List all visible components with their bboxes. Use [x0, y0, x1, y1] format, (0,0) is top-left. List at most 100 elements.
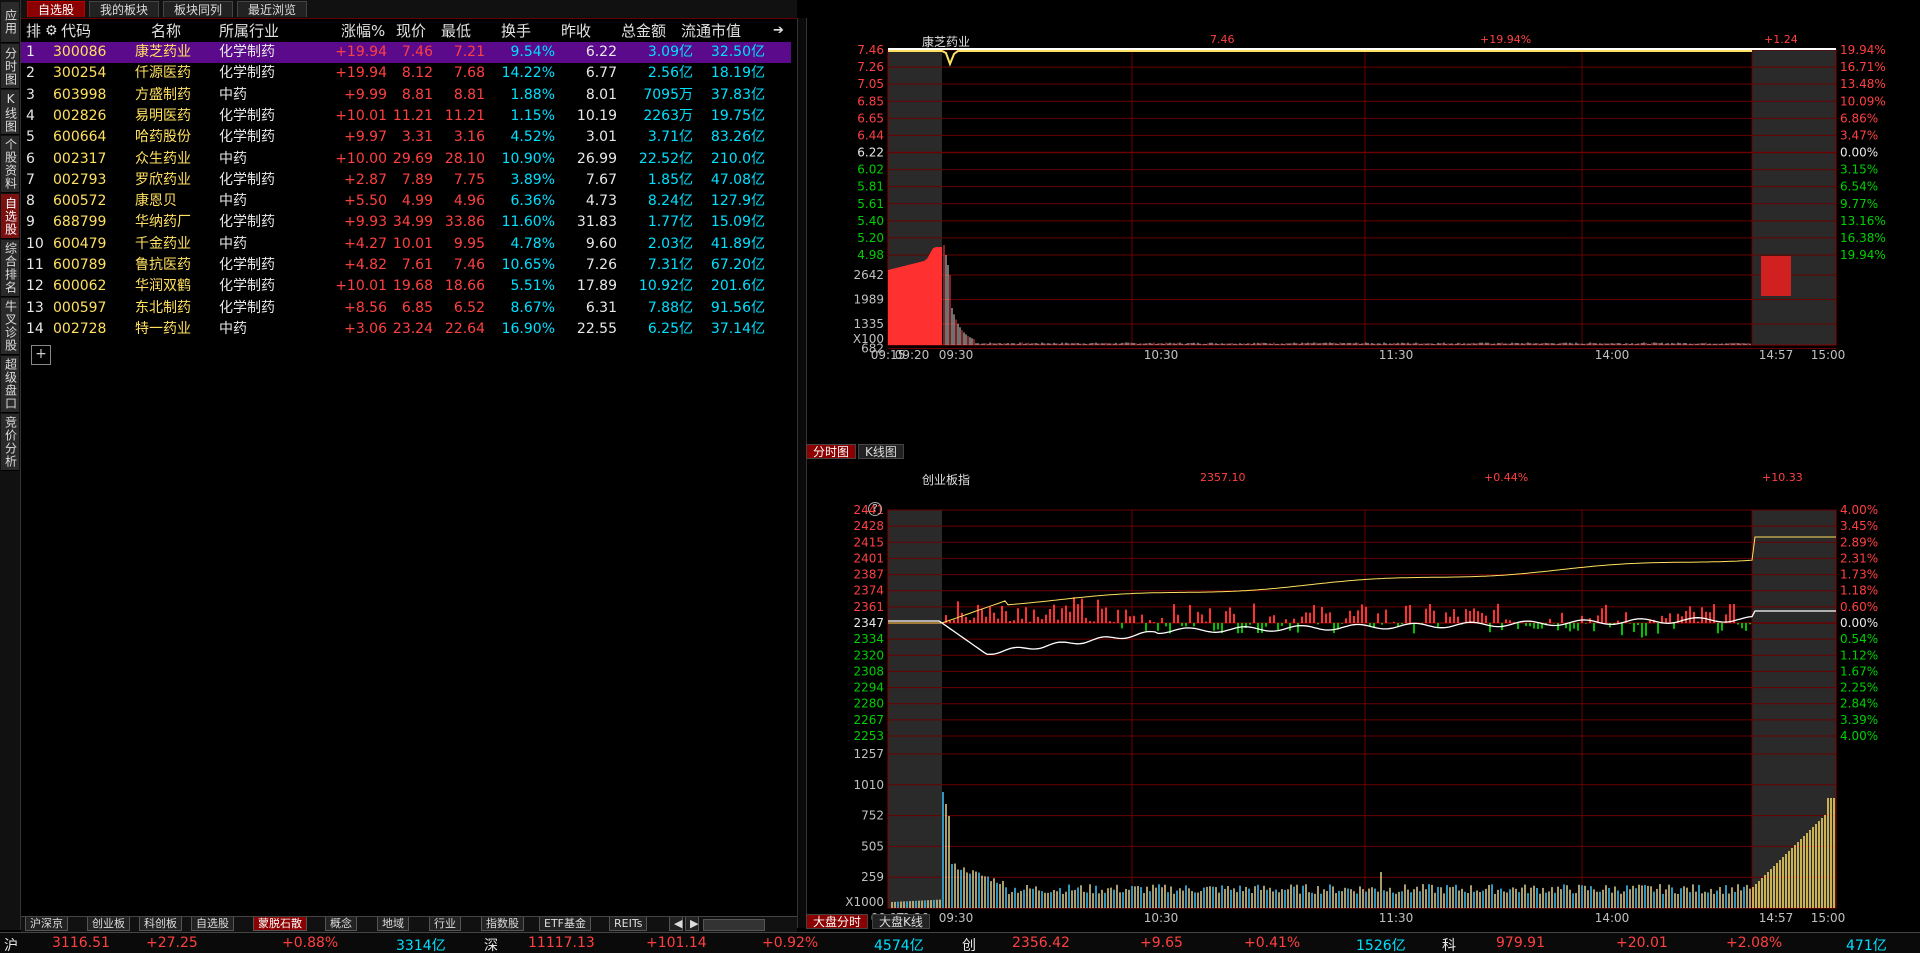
price-tick: 6.44: [857, 128, 884, 142]
table-row[interactable]: 12 600062 华润双鹤 化学制药 +10.01 19.68 18.66 5.51% 17.…: [21, 276, 791, 297]
cell-industry: 化学制药: [219, 129, 275, 146]
btab-star[interactable]: 科创板: [139, 917, 182, 931]
left-tab-ranking[interactable]: 综合排名: [1, 240, 19, 297]
cell-code: 002826: [53, 107, 107, 124]
pct-tick: 19.94%: [1840, 43, 1886, 57]
left-tab-app[interactable]: 应用: [1, 2, 19, 43]
tab-kline-chart[interactable]: K线图: [858, 444, 904, 459]
cell-price: 8.12: [401, 65, 433, 82]
cell-name: 东北制药: [135, 299, 191, 316]
col-prev[interactable]: 昨收: [561, 20, 591, 42]
cell-rank: 4: [26, 107, 35, 124]
pct-tick: 0.00%: [1840, 146, 1878, 160]
dock-icon[interactable]: ➔: [773, 20, 784, 42]
btab-concept[interactable]: 概念: [325, 917, 357, 931]
tab-market-kline[interactable]: 大盘K线: [872, 914, 930, 929]
btab-industry[interactable]: 行业: [429, 917, 461, 931]
tab-intraday-chart[interactable]: 分时图: [806, 444, 857, 459]
cell-low: 7.68: [453, 65, 485, 82]
col-mcap[interactable]: 流通市值: [681, 20, 741, 42]
cell-amount: 7.88亿: [647, 299, 693, 316]
col-chg[interactable]: 涨幅%: [341, 20, 385, 42]
table-row[interactable]: 3 603998 方盛制药 中药 +9.99 8.81 8.81 1.88% 8.01 7095万…: [21, 85, 791, 106]
cell-mcap: 47.08亿: [710, 171, 765, 188]
tab-recent[interactable]: 最近浏览: [237, 1, 308, 17]
stock-intraday-plot[interactable]: 7.46 19.94% 7.26 16.71% 7.05 13.48% 6.85 10.09%…: [806, 20, 1920, 475]
cell-industry: 化学制药: [219, 44, 275, 60]
sz-label: 深: [484, 938, 498, 953]
top-tab-bar: 自选股 我的板块 板块同列 最近浏览: [21, 0, 797, 19]
sz-value[interactable]: 11117.13: [528, 935, 595, 951]
btab-reits[interactable]: REITs: [609, 917, 648, 931]
time-tick: 15:00: [1811, 348, 1846, 362]
btab-watchlist[interactable]: 自选股: [191, 917, 234, 931]
cell-low: 18.66: [444, 278, 485, 295]
cell-chg: +8.56: [344, 299, 387, 316]
col-turnover[interactable]: 换手: [501, 20, 531, 42]
pct-tick: 4.00%: [1840, 503, 1878, 517]
tab-watchlist[interactable]: 自选股: [27, 1, 86, 17]
btab-index-stocks[interactable]: 指数股: [481, 917, 524, 931]
btab-region[interactable]: 地域: [377, 917, 409, 931]
scroll-left-icon[interactable]: ◀: [669, 917, 683, 931]
tab-market-intraday[interactable]: 大盘分时: [806, 914, 869, 929]
btab-chinext[interactable]: 创业板: [87, 917, 130, 931]
left-tab-stock-info[interactable]: 个股资料: [1, 136, 19, 193]
horizontal-scrollbar[interactable]: [703, 919, 765, 931]
table-row[interactable]: 11 600789 鲁抗医药 化学制药 +4.82 7.61 7.46 10.65% 7.26 7…: [21, 255, 791, 276]
index-intraday-plot[interactable]: 2441 4.00%2428 3.45%2415 2.89%2401 2.31%2387…: [806, 464, 1920, 930]
table-row[interactable]: 1 300086 康芝药业 化学制药 +19.94 7.46 7.21 9.54% 6.22 3.…: [21, 42, 791, 63]
sz-pct: +0.92%: [762, 935, 819, 951]
cell-code: 002793: [53, 171, 107, 188]
table-row[interactable]: 6 002317 众生药业 中药 +10.00 29.69 28.10 10.90% 26.99…: [21, 149, 791, 170]
kc-value[interactable]: 979.91: [1496, 935, 1545, 951]
table-row[interactable]: 7 002793 罗欣药业 化学制药 +2.87 7.89 7.75 3.89% 7.67 1.8…: [21, 170, 791, 191]
cell-prev: 31.83: [576, 214, 617, 231]
table-row[interactable]: 5 600664 哈药股份 化学制药 +9.97 3.31 3.16 4.52% 3.01 3.7…: [21, 127, 791, 148]
col-code[interactable]: 代码: [61, 20, 91, 42]
left-tab-super-book[interactable]: 超级盘口: [1, 356, 19, 413]
sh-value[interactable]: 3116.51: [52, 935, 110, 951]
cell-prev: 4.73: [585, 193, 617, 210]
price-tick: 2347: [853, 616, 884, 630]
table-row[interactable]: 9 688799 华纳药厂 化学制药 +9.93 34.99 33.86 11.60% 31.8…: [21, 212, 791, 233]
table-row[interactable]: 4 002826 易明医药 化学制药 +10.01 11.21 11.21 1.15% 10.1…: [21, 106, 791, 127]
left-tab-diagnosis[interactable]: 牛叉诊股: [1, 298, 19, 355]
cell-code: 600572: [53, 193, 107, 210]
cell-prev: 10.19: [576, 107, 617, 124]
table-row[interactable]: 8 600572 康恩贝 中药 +5.50 4.99 4.96 6.36% 4.73 8.24亿 1…: [21, 191, 791, 212]
volume-unit: X100: [853, 332, 884, 346]
col-low[interactable]: 最低: [441, 20, 471, 42]
sh-pct: +0.88%: [282, 935, 339, 951]
time-tick: 14:00: [1595, 911, 1630, 925]
col-price[interactable]: 现价: [396, 20, 426, 42]
cell-amount: 8.24亿: [647, 193, 693, 210]
cell-name: 特一药业: [135, 320, 191, 337]
gear-icon[interactable]: ⚙: [45, 20, 58, 42]
tab-my-sectors[interactable]: 我的板块: [89, 1, 160, 17]
btab-etf[interactable]: ETF基金: [539, 917, 591, 931]
left-tab-watchlist[interactable]: 自选股: [1, 194, 19, 239]
col-amount[interactable]: 总金额: [621, 20, 666, 42]
cy-value[interactable]: 2356.42: [1012, 935, 1070, 951]
help-icon[interactable]: ?: [868, 502, 882, 516]
table-row[interactable]: 13 000597 东北制药 化学制药 +8.56 6.85 6.52 8.67% 6.31 7.…: [21, 298, 791, 319]
col-rank[interactable]: 排: [26, 20, 41, 42]
left-tab-intraday[interactable]: 分时图: [1, 44, 19, 89]
tab-sector-peers[interactable]: 板块同列: [163, 1, 234, 17]
volume-unit: X1000: [845, 895, 884, 909]
left-tab-auction[interactable]: 竞价分析: [1, 414, 19, 471]
btab-hushenjing[interactable]: 沪深京: [25, 917, 68, 931]
cell-rank: 3: [26, 86, 35, 103]
sh-change: +27.25: [146, 935, 198, 951]
left-tab-kline[interactable]: K线图: [1, 90, 19, 135]
pct-tick: 16.71%: [1840, 60, 1886, 74]
btab-montmorillonite[interactable]: 蒙脱石散: [253, 917, 307, 931]
table-row[interactable]: 2 300254 仟源医药 化学制药 +19.94 8.12 7.68 14.22% 6.77 2…: [21, 63, 791, 84]
scroll-right-icon[interactable]: ▶: [685, 917, 699, 931]
col-name[interactable]: 名称: [151, 20, 181, 42]
table-row[interactable]: 10 600479 千金药业 中药 +4.27 10.01 9.95 4.78% 9.60 2.0…: [21, 234, 791, 255]
col-industry[interactable]: 所属行业: [219, 20, 279, 42]
table-row[interactable]: 14 002728 特一药业 中药 +3.06 23.24 22.64 16.90% 22.55…: [21, 319, 791, 340]
add-stock-button[interactable]: +: [31, 345, 51, 365]
